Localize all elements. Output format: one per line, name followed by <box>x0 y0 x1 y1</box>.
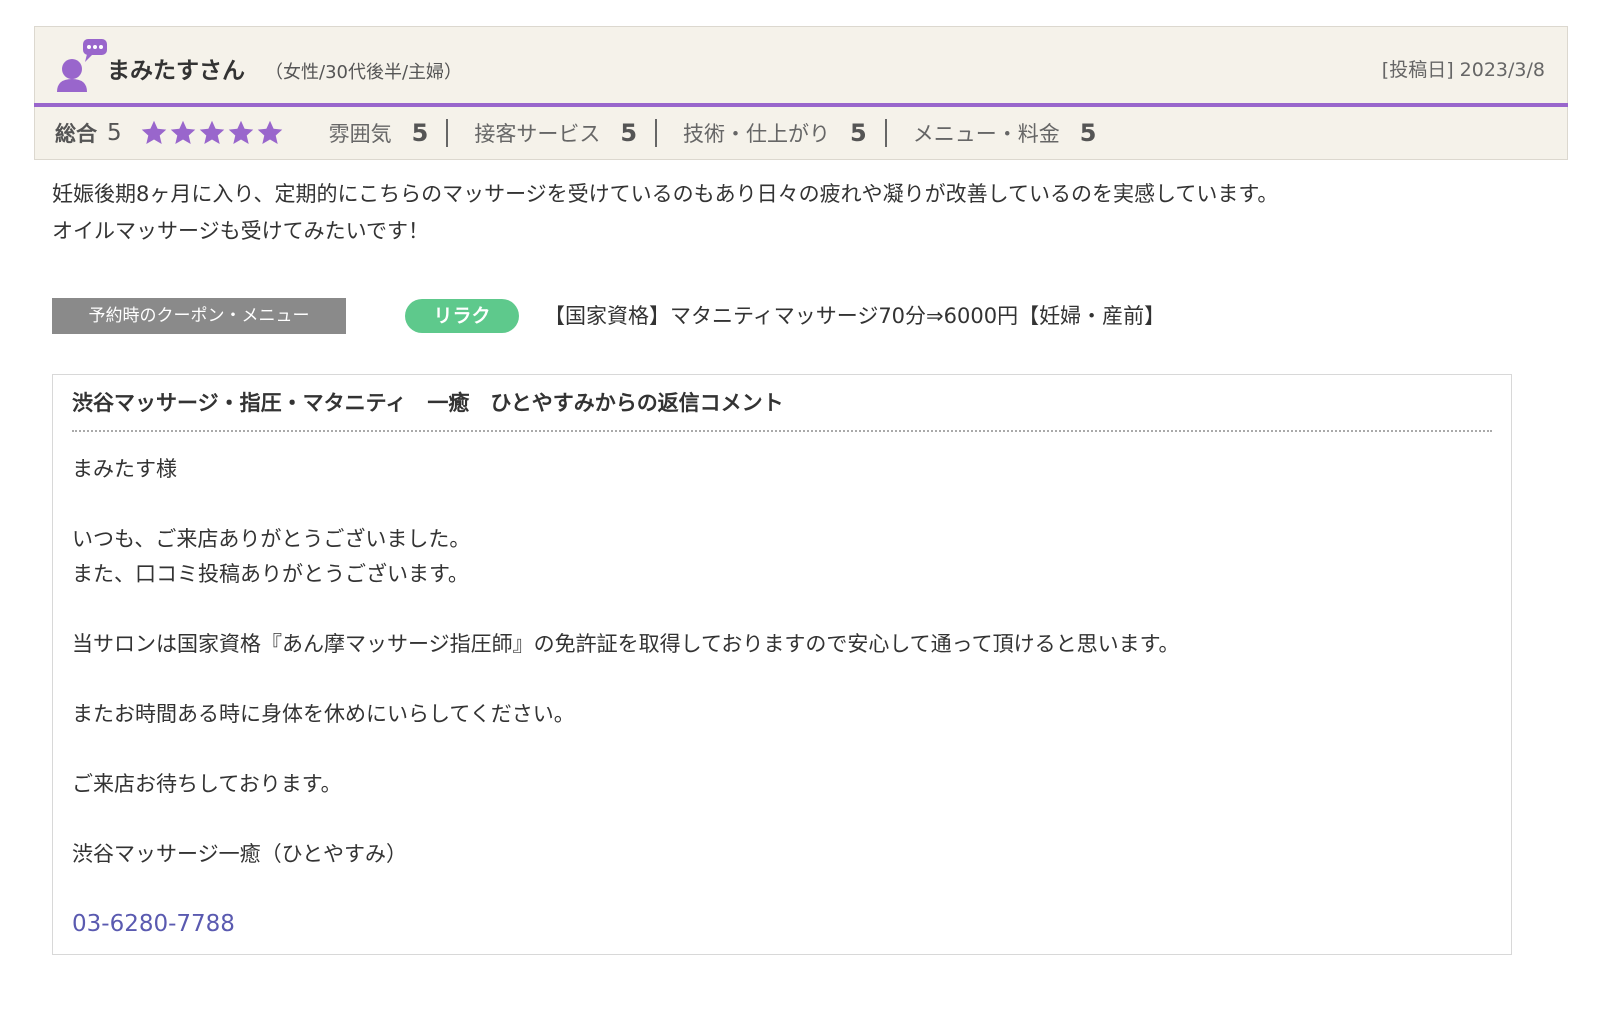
review-line: 妊娠後期8ヶ月に入り、定期的にこちらのマッサージを受けているのもあり日々の疲れや… <box>52 182 1279 206</box>
criterion-score: 5 <box>1079 119 1097 147</box>
phone-link[interactable]: 03-6280-7788 <box>72 911 235 937</box>
reviewer-meta: （女性/30代後半/主婦） <box>265 62 463 83</box>
star-icon <box>141 120 166 144</box>
reply-line: いつも、ご来店ありがとうございました。 <box>72 527 471 551</box>
coupon-category-badge: リラク <box>405 299 519 333</box>
rating-criteria: 雰囲気 5 接客サービス 5 技術・仕上がり 5 メニュー・料金 5 <box>329 118 1097 148</box>
criterion-score: 5 <box>411 119 429 147</box>
coupon-tag: 予約時のクーポン・メニュー <box>52 298 346 334</box>
criterion-price: メニュー・料金 5 <box>913 118 1097 148</box>
criterion-label: メニュー・料金 <box>912 122 1060 146</box>
criterion-label: 接客サービス <box>474 122 601 146</box>
star-rating <box>140 119 285 147</box>
star-icon <box>199 120 224 144</box>
reviewer-name: まみたすさん <box>107 58 245 84</box>
criterion-score: 5 <box>620 119 638 147</box>
coupon-row: 予約時のクーポン・メニュー リラク 【国家資格】マタニティマッサージ70分⇒60… <box>52 298 1532 334</box>
criterion-technique: 技術・仕上がり 5 <box>683 118 867 148</box>
review-header: まみたすさん （女性/30代後半/主婦） [投稿日] 2023/3/8 <box>34 26 1568 103</box>
overall-label: 総合 <box>55 122 97 146</box>
reply-title: 渋谷マッサージ・指圧・マタニティ 一癒 ひとやすみからの返信コメント <box>72 391 784 415</box>
rating-bar: 総合 5 雰囲気 5 接客サービス 5 技術・仕上がり 5 メニュー・料金 5 <box>34 107 1568 160</box>
criterion-service: 接客サービス 5 <box>474 118 637 148</box>
criterion-atmosphere: 雰囲気 5 <box>329 118 429 148</box>
reply-text: まみたす様 いつも、ご来店ありがとうございました。 また、口コミ投稿ありがとうご… <box>72 452 1492 872</box>
criterion-divider <box>446 119 449 147</box>
review-line: オイルマッサージも受けてみたいです！ <box>52 219 429 243</box>
coupon-menu-link[interactable]: 【国家資格】マタニティマッサージ70分⇒6000円【妊婦・産前】 <box>544 300 1165 332</box>
star-icon <box>170 120 195 144</box>
reply-line: またお時間ある時に身体を休めにいらしてください。 <box>72 702 575 726</box>
star-icon <box>228 120 253 144</box>
criterion-divider <box>884 119 887 147</box>
review-card: まみたすさん （女性/30代後半/主婦） [投稿日] 2023/3/8 総合 5… <box>34 26 1568 160</box>
salon-reply-box: 渋谷マッサージ・指圧・マタニティ 一癒 ひとやすみからの返信コメント まみたす様… <box>52 374 1512 955</box>
reply-divider <box>72 430 1492 432</box>
reply-signature: 渋谷マッサージ一癒（ひとやすみ） <box>72 842 407 866</box>
reply-line: 当サロンは国家資格『あん摩マッサージ指圧師』の免許証を取得しておりますので安心し… <box>72 632 1180 656</box>
criterion-label: 雰囲気 <box>328 122 392 146</box>
star-icon <box>257 120 282 144</box>
user-speech-bubble-icon <box>55 39 107 93</box>
post-date: [投稿日] 2023/3/8 <box>1381 59 1545 81</box>
review-text: 妊娠後期8ヶ月に入り、定期的にこちらのマッサージを受けているのもあり日々の疲れや… <box>52 176 1532 250</box>
overall-score: 5 <box>107 120 122 146</box>
reply-line: また、口コミ投稿ありがとうございます。 <box>72 562 469 586</box>
reply-line: ご来店お待ちしております。 <box>72 772 342 796</box>
reply-greeting: まみたす様 <box>72 457 177 481</box>
criterion-score: 5 <box>850 119 867 147</box>
criterion-label: 技術・仕上がり <box>683 122 831 146</box>
criterion-divider <box>655 119 658 147</box>
